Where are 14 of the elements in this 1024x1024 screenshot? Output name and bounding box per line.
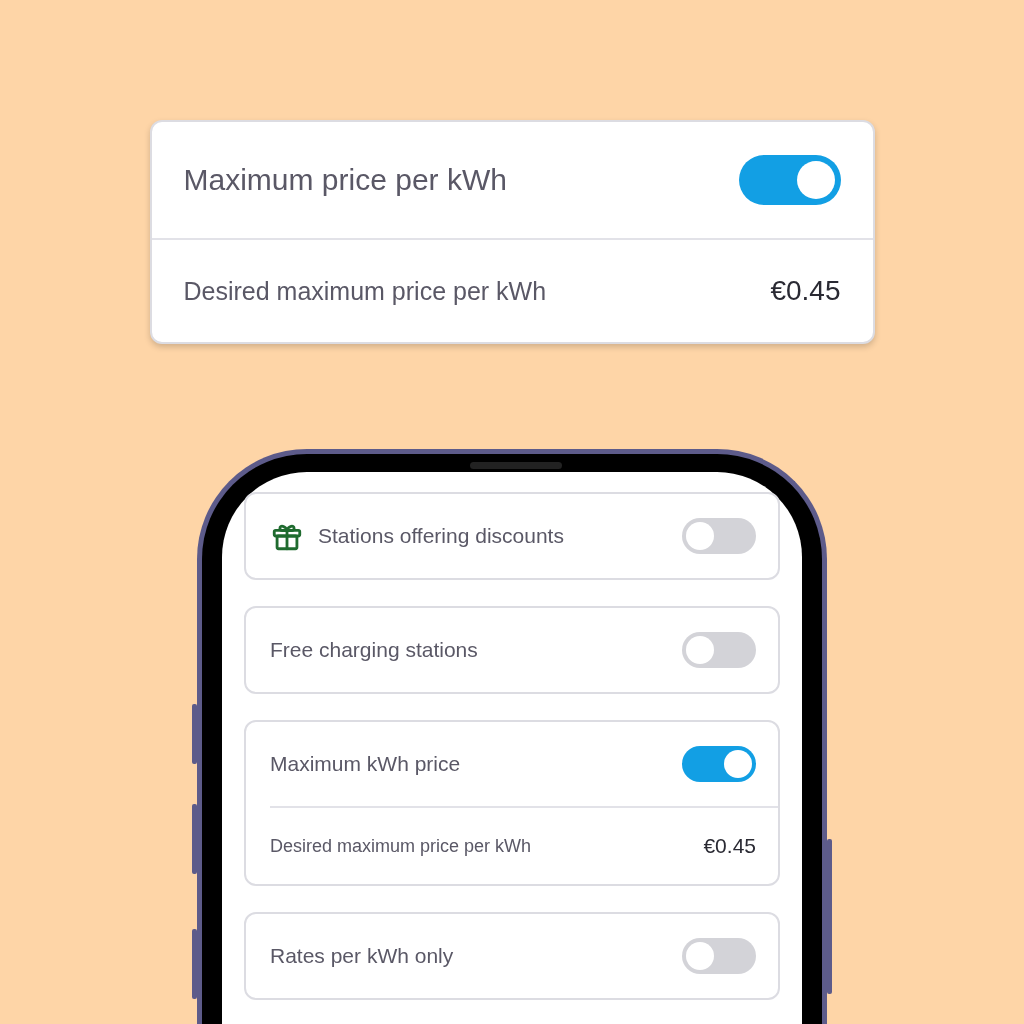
setting-label: Maximum kWh price [270,752,462,776]
setting-label: Stations offering discounts [318,524,565,548]
setting-label: Free charging stations [270,638,479,662]
setting-label: Rates per kWh only [270,944,455,968]
price-value: €0.45 [770,275,841,307]
toggle-switch[interactable] [682,518,756,554]
setting-label: Maximum price per kWh [183,163,507,197]
detail-label: Desired maximum price per kWh [183,276,547,306]
toggle-switch[interactable] [738,155,841,205]
toggle-switch[interactable] [682,938,756,974]
price-value: €0.45 [703,834,756,858]
toggle-switch[interactable] [682,632,756,668]
detail-label: Desired maximum price per kWh [270,835,532,857]
toggle-switch[interactable] [682,746,756,782]
